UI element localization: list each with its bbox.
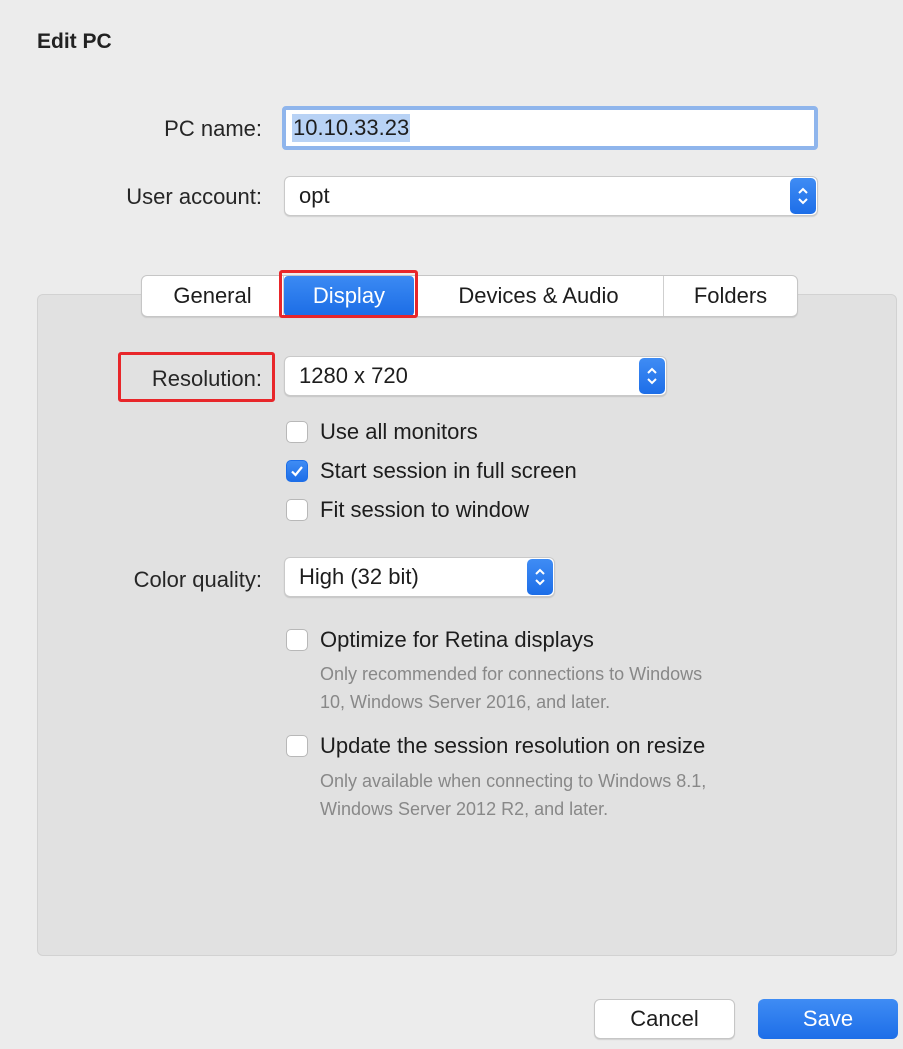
fit-session-checkbox[interactable] [286,499,308,521]
retina-hint-line2: 10, Windows Server 2016, and later. [320,692,611,712]
resize-checkbox[interactable] [286,735,308,757]
user-account-label: User account: [126,184,262,209]
use-all-monitors-checkbox[interactable] [286,421,308,443]
resize-hint-line1: Only available when connecting to Window… [320,771,707,791]
retina-row[interactable]: Optimize for Retina displays [286,627,594,653]
pc-name-input[interactable]: 10.10.33.23 [282,106,818,150]
updown-chevron-icon [790,178,816,214]
color-quality-select[interactable]: High (32 bit) [284,557,555,597]
resize-hint: Only available when connecting to Window… [320,767,706,823]
tab-devices-audio[interactable]: Devices & Audio [414,276,664,316]
retina-checkbox[interactable] [286,629,308,651]
resize-hint-line2: Windows Server 2012 R2, and later. [320,799,609,819]
retina-hint: Only recommended for connections to Wind… [320,660,702,716]
user-account-select[interactable]: opt [284,176,818,216]
resize-row[interactable]: Update the session resolution on resize [286,733,705,759]
display-tab-highlight [279,270,418,318]
resolution-value: 1280 x 720 [299,363,408,388]
full-screen-checkbox[interactable] [286,460,308,482]
retina-label: Optimize for Retina displays [320,627,594,652]
fit-session-row[interactable]: Fit session to window [286,497,529,523]
tab-bar: General Display Devices & Audio Folders [141,275,798,317]
full-screen-row[interactable]: Start session in full screen [286,458,577,484]
tab-general[interactable]: General [142,276,284,316]
use-all-monitors-label: Use all monitors [320,419,478,444]
updown-chevron-icon [527,559,553,595]
full-screen-label: Start session in full screen [320,458,577,483]
retina-hint-line1: Only recommended for connections to Wind… [320,664,703,684]
color-quality-value: High (32 bit) [299,564,419,589]
fit-session-label: Fit session to window [320,497,530,522]
user-account-value: opt [299,183,330,208]
tab-folders[interactable]: Folders [664,276,797,316]
updown-chevron-icon [639,358,665,394]
save-button[interactable]: Save [758,999,898,1039]
use-all-monitors-row[interactable]: Use all monitors [286,419,478,445]
resolution-label-highlight [118,352,275,402]
dialog-title: Edit PC [37,30,112,53]
checkmark-icon [291,466,303,477]
resolution-select[interactable]: 1280 x 720 [284,356,667,396]
color-quality-label: Color quality: [133,567,262,592]
pc-name-value: 10.10.33.23 [292,114,411,142]
resize-label: Update the session resolution on resize [320,733,706,758]
cancel-button[interactable]: Cancel [594,999,735,1039]
pc-name-label: PC name: [164,116,262,141]
